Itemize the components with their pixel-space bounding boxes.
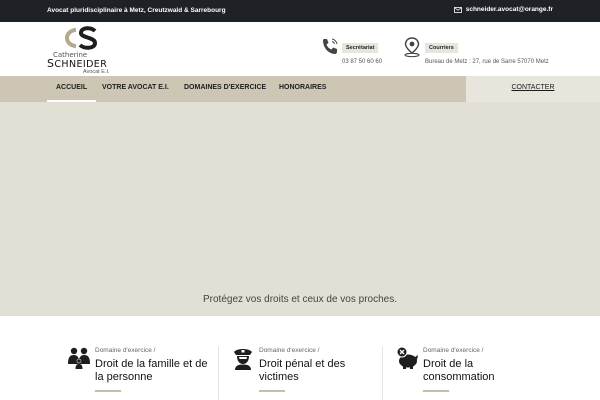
domain-prefix: Domaine d'exercice / bbox=[423, 347, 484, 354]
domain-divider bbox=[423, 390, 449, 392]
domains-section: Domaine d'exercice / Droit de la famille… bbox=[0, 316, 600, 400]
contact-secretariat[interactable]: Secrétariat 03 87 50 60 60 bbox=[320, 36, 382, 65]
piggy-bank-icon bbox=[396, 346, 418, 369]
mail-address: Bureau de Metz : 27, rue de Sarre 57070 … bbox=[425, 59, 549, 65]
contact-label: Courriers bbox=[425, 43, 458, 53]
map-pin-icon bbox=[404, 37, 420, 58]
phone-icon bbox=[323, 38, 338, 54]
hero-slogan: Protégez vos droits et ceux de vos proch… bbox=[203, 294, 397, 305]
envelope-icon bbox=[453, 6, 462, 13]
column-divider bbox=[382, 346, 383, 400]
main-nav: ACCUEIL VOTRE AVOCAT E.I. DOMAINES D'EXE… bbox=[0, 76, 600, 102]
nav-item-votre-avocat[interactable]: VOTRE AVOCAT E.I. bbox=[102, 76, 169, 102]
domain-name: Droit pénal et des victimes bbox=[259, 358, 346, 383]
nav-item-domaines[interactable]: DOMAINES D'EXERCICE bbox=[184, 76, 266, 102]
phone-number: 03 87 50 60 60 bbox=[342, 59, 383, 65]
contact-courriers[interactable]: Courriers Bureau de Metz : 27, rue de Sa… bbox=[402, 36, 549, 65]
site-logo[interactable]: Catherine SCHNEIDER Avocat E.I. bbox=[47, 26, 117, 75]
hero-banner: Protégez vos droits et ceux de vos proch… bbox=[0, 102, 600, 316]
column-divider bbox=[218, 346, 219, 400]
domain-name: Droit de la consommation bbox=[423, 358, 495, 383]
domain-divider bbox=[95, 390, 121, 392]
email-text: schneider.avocat@orange.fr bbox=[465, 6, 553, 13]
police-officer-icon bbox=[234, 349, 252, 370]
domain-name: Droit de la famille et de la personne bbox=[95, 358, 208, 383]
logo-title: Avocat E.I. bbox=[83, 69, 110, 75]
cs-monogram-icon bbox=[65, 26, 98, 50]
domain-prefix: Domaine d'exercice / bbox=[259, 347, 320, 354]
domain-prefix: Domaine d'exercice / bbox=[95, 347, 156, 354]
header: Catherine SCHNEIDER Avocat E.I. Secrétar… bbox=[0, 22, 600, 76]
nav-item-accueil[interactable]: ACCUEIL bbox=[47, 76, 97, 102]
email-link[interactable]: schneider.avocat@orange.fr bbox=[453, 6, 553, 13]
contact-label: Secrétariat bbox=[342, 43, 379, 53]
top-bar: Avocat pluridisciplinaire à Metz, Creutz… bbox=[0, 0, 600, 22]
contact-button[interactable]: CONTACTER bbox=[466, 76, 600, 102]
family-icon bbox=[68, 347, 90, 369]
nav-item-honoraires[interactable]: HONORAIRES bbox=[279, 76, 326, 102]
tagline: Avocat pluridisciplinaire à Metz, Creutz… bbox=[47, 7, 226, 14]
domain-divider bbox=[259, 390, 285, 392]
